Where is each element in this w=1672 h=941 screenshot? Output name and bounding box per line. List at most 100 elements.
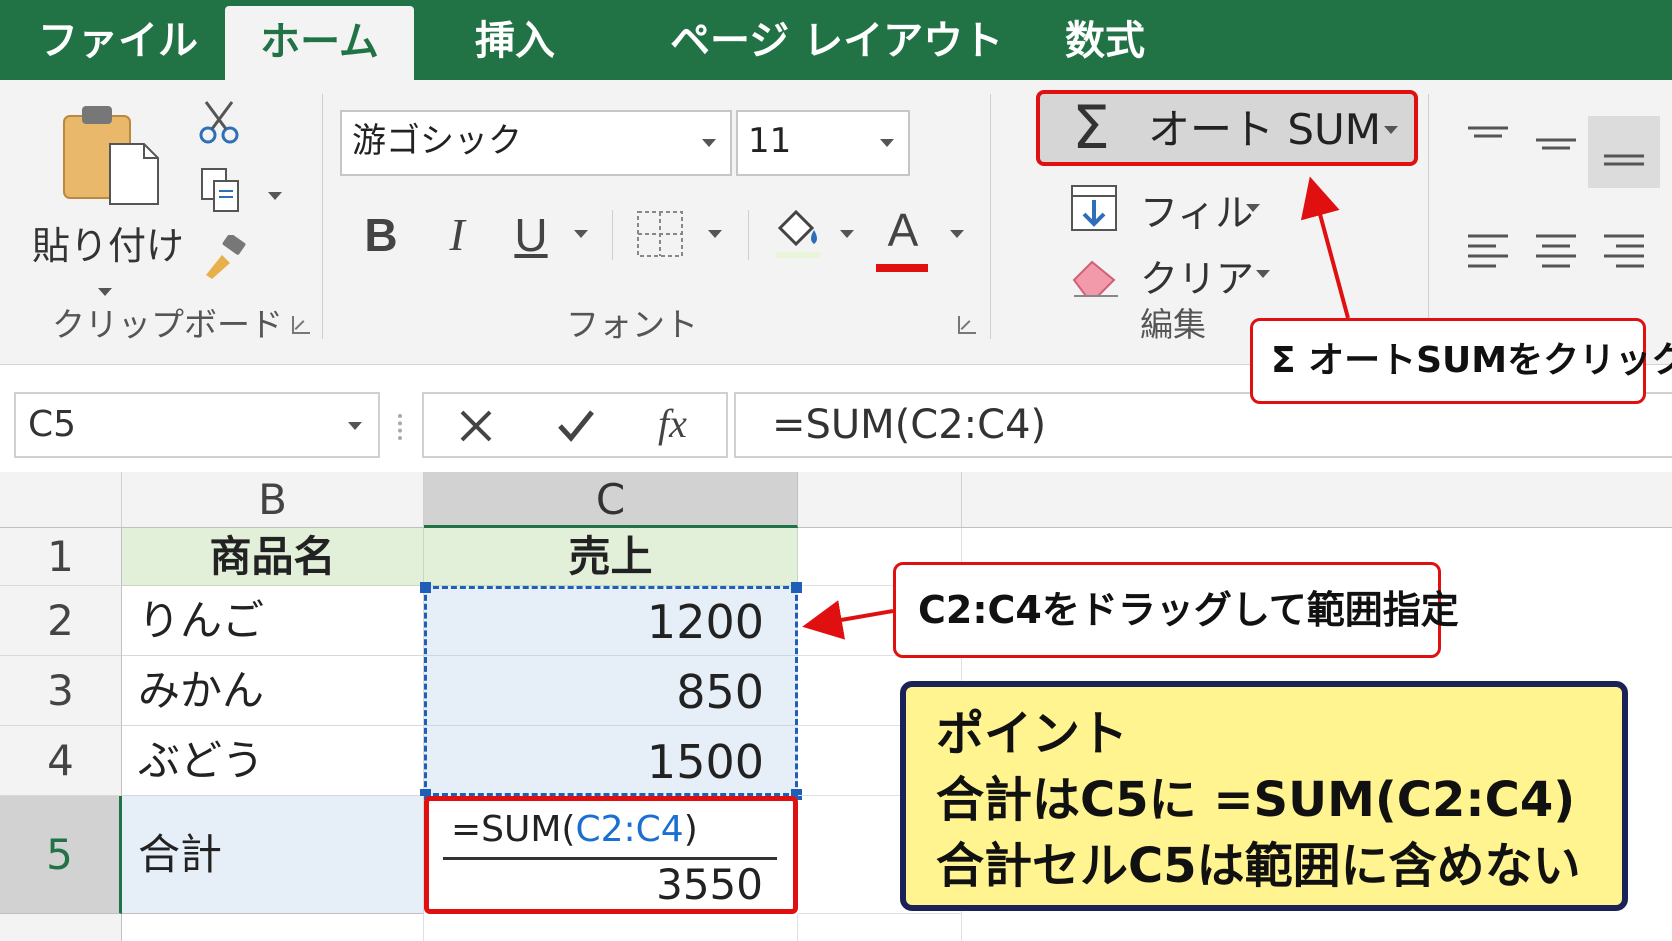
cell-b3[interactable]: みかん (122, 656, 424, 726)
eraser-icon (1072, 260, 1118, 297)
clipboard-dialog-launcher-icon[interactable] (292, 316, 310, 334)
enter-check-icon[interactable] (556, 408, 596, 444)
fill-button[interactable]: フィル (1070, 180, 1270, 235)
range-callout-text: C2:C4をドラッグして範囲指定 (918, 588, 1459, 632)
font-color-dropdown-chevron-icon[interactable] (950, 230, 964, 238)
cell-d6[interactable] (798, 914, 962, 941)
range-callout: C2:C4をドラッグして範囲指定 (893, 562, 1459, 658)
row-header-6[interactable] (0, 914, 122, 941)
column-header-b[interactable]: B (122, 472, 424, 528)
cut-icon[interactable] (196, 98, 244, 146)
align-left-icon[interactable] (1466, 230, 1510, 274)
align-center-icon[interactable] (1534, 230, 1578, 274)
editing-group-label: 編集 (1140, 305, 1206, 344)
group-divider (1428, 94, 1429, 339)
formula-input-value: =SUM(C2:C4) (772, 402, 1047, 448)
select-all-corner[interactable] (0, 472, 122, 528)
paste-label: 貼り付け (32, 224, 185, 268)
column-header-e[interactable] (962, 472, 1672, 528)
tab-home[interactable]: ホーム (225, 6, 414, 80)
cell-c2[interactable]: 1200 (424, 586, 798, 656)
point-note: ポイント 合計はC5に =SUM(C2:C4) 合計セルC5は範囲に含めない (900, 681, 1628, 911)
cell-b5[interactable]: 合計 (122, 796, 424, 914)
chevron-down-icon (702, 139, 716, 147)
autosum-label: オート SUM (1148, 105, 1381, 154)
formula-prefix: =SUM( (451, 809, 576, 850)
underline-dropdown-chevron-icon[interactable] (574, 230, 588, 238)
chevron-down-icon (1256, 270, 1270, 278)
cell-c5-value: 3550 (656, 860, 763, 909)
font-group-label: フォント (566, 305, 698, 344)
font-color-button[interactable]: A (876, 200, 930, 272)
cell-c1[interactable]: 売上 (424, 528, 798, 586)
clipboard-group-label: クリップボード (52, 305, 283, 344)
row-header-3[interactable]: 3 (0, 656, 122, 726)
chevron-down-icon (1384, 126, 1398, 134)
align-bottom-icon (1604, 154, 1644, 166)
tab-file[interactable]: ファイル (38, 0, 198, 80)
cell-b2[interactable]: りんご (122, 586, 424, 656)
divider (748, 210, 749, 260)
group-divider (322, 94, 323, 339)
tab-insert[interactable]: 挿入 (475, 0, 555, 80)
clipboard-paste-icon (63, 106, 159, 205)
align-bottom-button[interactable] (1588, 116, 1660, 188)
ribbon-tab-bar: ファイル ホーム 挿入 ページ レイアウト 数式 (0, 0, 1672, 80)
tab-page-layout[interactable]: ページ レイアウト (670, 0, 1003, 80)
autosum-button[interactable]: Σ オート SUM (1036, 90, 1418, 166)
chevron-down-icon (348, 422, 362, 430)
name-box[interactable]: C5 (14, 392, 380, 458)
align-right-icon[interactable] (1602, 230, 1646, 274)
cell-c4[interactable]: 1500 (424, 726, 798, 796)
font-size-select[interactable]: 11 (736, 110, 910, 176)
divider (612, 210, 613, 260)
chevron-down-icon (1246, 204, 1260, 212)
font-color-glyph: A (887, 204, 919, 256)
formula-range-ref: C2:C4 (575, 809, 684, 850)
sigma-icon: Σ (1072, 93, 1110, 163)
paste-button[interactable]: 貼り付け (30, 100, 184, 310)
clear-button[interactable]: クリア (1070, 246, 1270, 301)
font-dialog-launcher-icon[interactable] (958, 316, 976, 334)
cancel-icon[interactable] (458, 408, 494, 444)
bold-button[interactable]: B (356, 205, 406, 265)
align-middle-icon[interactable] (1534, 134, 1578, 164)
insert-function-icon[interactable]: fx (658, 400, 687, 447)
column-header-c[interactable]: C (424, 472, 798, 528)
cell-c3[interactable]: 850 (424, 656, 798, 726)
cell-c6[interactable] (424, 914, 798, 941)
font-name-select[interactable]: 游ゴシック (340, 110, 732, 176)
row-header-4[interactable]: 4 (0, 726, 122, 796)
autosum-callout: Σ オートSUMをクリック (1250, 318, 1672, 404)
row-header-2[interactable]: 2 (0, 586, 122, 656)
cell-c5[interactable]: =SUM(C2:C4) 3550 (424, 796, 798, 914)
copy-dropdown-chevron-icon[interactable] (268, 192, 282, 200)
underline-button[interactable]: U (506, 205, 556, 265)
point-line-1: 合計はC5に =SUM(C2:C4) (936, 772, 1576, 828)
tab-formulas[interactable]: 数式 (1065, 0, 1145, 80)
cell-b1[interactable]: 商品名 (122, 528, 424, 586)
copy-icon[interactable] (198, 167, 246, 215)
border-icon[interactable] (636, 210, 684, 258)
cell-b4[interactable]: ぶどう (122, 726, 424, 796)
format-painter-icon[interactable] (198, 235, 248, 281)
font-name-value: 游ゴシック (352, 121, 522, 161)
chevron-down-icon (880, 139, 894, 147)
autosum-callout-text: Σ オートSUMをクリック (1271, 340, 1672, 381)
formula-bar-grip[interactable] (398, 414, 402, 440)
fill-color-icon[interactable] (770, 204, 826, 260)
row-header-5[interactable]: 5 (0, 796, 122, 914)
chevron-down-icon (98, 288, 112, 296)
font-color-bar (876, 264, 928, 272)
column-header-d[interactable] (798, 472, 962, 528)
cell-b6[interactable] (122, 914, 424, 941)
align-top-icon[interactable] (1466, 124, 1510, 154)
fill-color-dropdown-chevron-icon[interactable] (840, 230, 854, 238)
border-dropdown-chevron-icon[interactable] (708, 230, 722, 238)
group-divider (990, 94, 991, 339)
formula-suffix: ) (683, 809, 698, 850)
row-header-1[interactable]: 1 (0, 528, 122, 586)
font-size-value: 11 (748, 121, 792, 161)
italic-button[interactable]: I (432, 205, 482, 265)
formula-buttons: fx (422, 392, 728, 458)
